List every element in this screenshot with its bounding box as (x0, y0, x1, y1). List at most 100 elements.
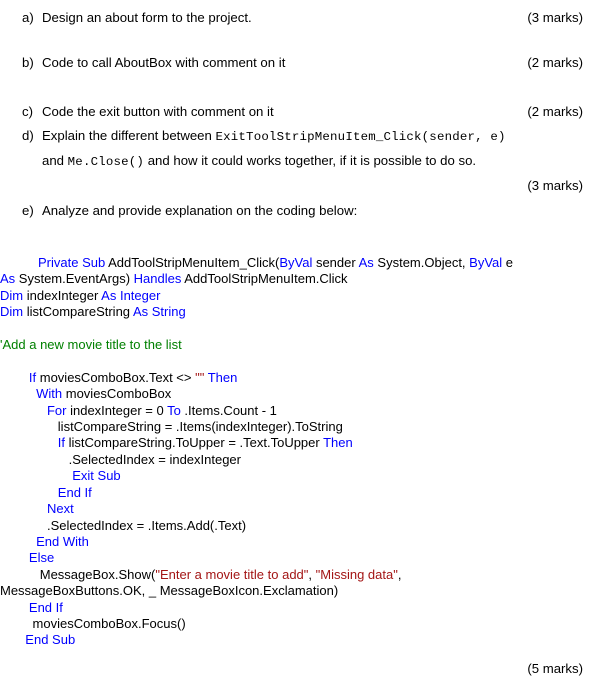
code-token-kw: Private Sub (38, 255, 109, 270)
code-token-pln: moviesComboBox.Focus() (32, 615, 186, 631)
question-d-line1: Explain the different between ExitToolSt… (42, 127, 583, 146)
spacer-a-b-2 (0, 40, 593, 54)
code-line: Dim indexInteger As Integer (0, 288, 585, 304)
question-marker-c: c) (22, 104, 33, 119)
code-token-pln: MessageBoxButtons.OK, _ MessageBoxIcon.E… (0, 583, 339, 599)
code-token-kw: End If (57, 484, 92, 500)
code-line: End Sub (0, 632, 585, 648)
question-marker-e: e) (22, 203, 34, 218)
question-body-c: Code the exit button with comment on it … (42, 103, 583, 120)
code-token-pln: AddToolStripMenuItem_Click( (108, 255, 280, 270)
code-token-pln: e (505, 255, 513, 270)
code-token-pln (0, 534, 36, 549)
code-token-kw: Handles (133, 271, 185, 287)
spacer-a-b (0, 26, 593, 40)
code-token-pln: listCompareString = .Items(indexInteger)… (57, 419, 343, 435)
question-marks-e: (5 marks) (527, 660, 583, 676)
code-line: moviesComboBox.Focus() (0, 616, 585, 632)
code-line: listCompareString = .Items(indexInteger)… (0, 419, 585, 435)
code-token-pln (0, 452, 69, 467)
code-token-pln (0, 567, 40, 582)
code-token-pln: System.EventArgs) (18, 271, 134, 287)
code-line: End If (0, 600, 585, 616)
code-token-pln (0, 632, 25, 647)
question-text-b: Code to call AboutBox with comment on it (42, 55, 286, 70)
question-marker-a: a) (22, 10, 34, 25)
code-line: As System.EventArgs) Handles AddToolStri… (0, 271, 585, 287)
spacer-before-code (0, 219, 593, 237)
code-token-pln (0, 386, 36, 401)
code-line: Dim listCompareString As String (0, 304, 585, 320)
code-line: 'Add a new movie title to the list (0, 337, 585, 353)
question-d-line1-prefix: Explain the different between (42, 128, 216, 143)
question-marker-b: b) (22, 55, 34, 70)
code-token-kw: ByVal (469, 255, 506, 270)
code-token-pln: .Items.Count - 1 (184, 402, 277, 418)
question-d-line2-prefix: and (42, 153, 68, 168)
spacer-before-code-2 (0, 237, 593, 255)
code-token-kw: For (46, 402, 71, 418)
code-line: .SelectedIndex = indexInteger (0, 452, 585, 468)
code-token-pln (0, 485, 58, 500)
question-marks-c: (2 marks) (527, 104, 583, 119)
code-token-kw: As (0, 271, 19, 287)
question-body-d: Explain the different between ExitToolSt… (42, 127, 583, 194)
question-d-marks-row: (3 marks) (42, 177, 583, 194)
code-token-pln: .SelectedIndex = .Items.Add(.Text) (46, 517, 247, 533)
code-line: MessageBox.Show("Enter a movie title to … (0, 567, 585, 583)
code-token-kw: As Integer (101, 287, 161, 303)
code-token-pln (0, 435, 58, 450)
code-token-pln: listCompareString (26, 304, 133, 320)
code-token-pln: indexInteger = 0 (70, 402, 168, 418)
code-token-kw: As String (132, 304, 186, 320)
code-token-pln: sender (315, 255, 359, 270)
code-line: .SelectedIndex = .Items.Add(.Text) (0, 518, 585, 534)
code-token-kw: To (167, 402, 185, 418)
question-marks-a: (3 marks) (527, 10, 583, 25)
question-item-a: a) Design an about form to the project. … (0, 9, 593, 26)
code-token-kw: ByVal (279, 255, 316, 270)
question-text-c: Code the exit button with comment on it (42, 104, 274, 119)
code-token-kw: If (57, 435, 69, 451)
code-token-kw: As (358, 255, 378, 270)
question-sheet-page: a) Design an about form to the project. … (0, 0, 593, 688)
code-token-pln (0, 370, 29, 385)
question-d-inline-code-2: Me.Close() (67, 155, 145, 169)
code-token-pln: AddToolStripMenuItem.Click (184, 271, 348, 287)
code-token-pln: , (397, 566, 402, 582)
question-marks-b: (2 marks) (527, 55, 583, 70)
code-line: End With (0, 534, 585, 550)
code-token-kw: End If (28, 599, 63, 615)
code-line: MessageBoxButtons.OK, _ MessageBoxIcon.E… (0, 583, 585, 599)
code-token-kw: End Sub (25, 632, 76, 648)
spacer-b-c (0, 71, 593, 87)
code-token-pln: listCompareString.ToUpper = .Text.ToUppe… (68, 435, 324, 451)
code-token-kw: If (28, 369, 40, 385)
code-line: If moviesComboBox.Text <> "" Then (0, 370, 585, 386)
code-line: Private Sub AddToolStripMenuItem_Click(B… (38, 255, 585, 271)
spacer-b-c-2 (0, 87, 593, 103)
code-token-kw: With (36, 386, 66, 402)
spacer-c-d (0, 120, 593, 127)
code-token-pln: moviesComboBox (65, 386, 172, 402)
code-token-kw: Dim (0, 304, 27, 320)
question-item-b: b) Code to call AboutBox with comment on… (0, 54, 593, 71)
code-token-str: "Missing data" (315, 566, 398, 582)
code-token-pln (0, 419, 58, 434)
code-token-str: "" (195, 369, 205, 385)
question-marker-d: d) (22, 128, 34, 143)
code-token-str: "Enter a movie title to add" (155, 566, 309, 582)
question-item-c: c) Code the exit button with comment on … (0, 103, 593, 120)
code-token-pln (0, 518, 47, 533)
code-token-kw: Else (28, 550, 55, 566)
code-token-pln: System.Object, (377, 255, 470, 270)
code-token-pln (0, 501, 47, 516)
question-body-b: Code to call AboutBox with comment on it… (42, 54, 583, 71)
code-token-pln (0, 616, 33, 631)
question-item-e: e) Analyze and provide explanation on th… (0, 202, 593, 219)
code-token-pln (0, 468, 72, 483)
code-token-pln: moviesComboBox.Text <> (39, 369, 196, 385)
question-d-inline-code-1: ExitToolStripMenuItem_Click(sender, e) (215, 130, 506, 144)
